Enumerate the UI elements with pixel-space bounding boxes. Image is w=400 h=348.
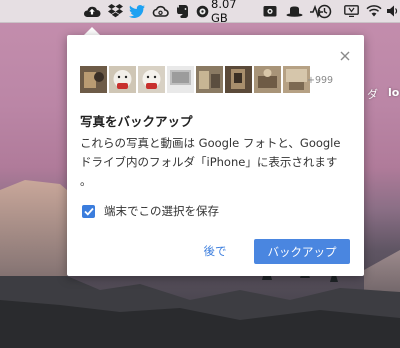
description-line: 。 [80,174,92,188]
desktop-label-2: lo [388,86,400,99]
save-selection-checkbox[interactable] [82,204,95,218]
photo-thumbnail [283,66,310,93]
photo-thumbnail [254,66,281,93]
popup-description: これらの写真と動画は Google フォトと、Google ドライブ内のフォルダ… [80,134,352,191]
popup-title: 写真をバックアップ [80,114,193,129]
backup-button[interactable]: バックアップ [254,239,350,264]
photo-thumbnail [196,66,223,93]
dropbox-icon[interactable] [107,3,123,19]
wifi-icon[interactable] [366,3,382,19]
backup-photos-popup: +999 写真をバックアップ これらの写真と動画は Google フォトと、Go… [67,35,364,276]
display-icon[interactable] [343,3,359,19]
more-photos-count: +999 [307,75,334,86]
close-icon[interactable] [338,48,352,62]
time-machine-icon[interactable] [316,3,332,19]
camera-box-icon[interactable] [262,3,278,19]
disk-free-label[interactable]: 8.07 GB [211,0,255,25]
later-button[interactable]: 後で [195,239,235,263]
photo-thumbnail [167,66,194,93]
desktop-label-1: ダ [367,88,378,101]
photo-thumbnail [225,66,252,93]
photo-thumbnail [138,66,165,93]
creative-cloud-icon[interactable] [151,3,169,19]
twitter-icon[interactable] [128,3,146,19]
photo-thumbnail [109,66,136,93]
disk-meter-icon[interactable] [195,3,209,19]
photo-thumbnails [80,66,310,93]
menu-bar: 8.07 GB [0,0,400,25]
description-line: これらの写真と動画は Google フォトと、Google [80,136,341,150]
speaker-icon[interactable] [386,3,400,19]
google-drive-backup-icon[interactable] [82,3,102,19]
popup-pointer [84,27,100,35]
save-selection-label[interactable]: 端末でこの選択を保存 [104,203,219,219]
save-selection-option[interactable]: 端末でこの選択を保存 [82,203,219,219]
photo-thumbnail [80,66,107,93]
alfred-hat-icon[interactable] [285,3,303,19]
evernote-icon[interactable] [174,3,190,19]
description-line: ドライブ内のフォルダ「iPhone」に表示されます [80,155,338,169]
